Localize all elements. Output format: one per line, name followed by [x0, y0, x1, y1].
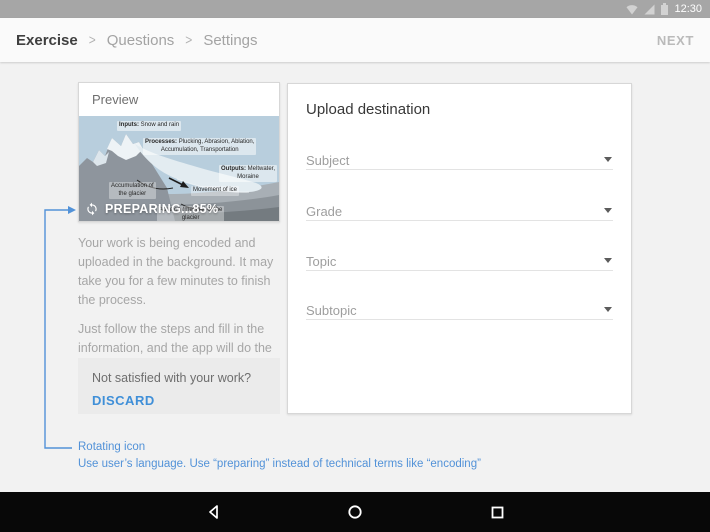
breadcrumb-separator: >	[185, 31, 193, 49]
subject-dropdown-label: Subject	[306, 153, 350, 168]
dropdown-caret-icon[interactable]	[604, 157, 612, 162]
preview-card-title: Preview	[92, 92, 139, 107]
signal-icon	[644, 4, 655, 14]
breadcrumb-exercise[interactable]: Exercise	[16, 32, 78, 49]
breadcrumb-questions[interactable]: Questions	[107, 32, 175, 49]
diagram-label-processes-text2: Accumulation, Transportation	[160, 146, 239, 153]
upload-destination-title: Upload destination	[306, 101, 431, 118]
description-paragraph-1: Your work is being encoded and uploaded …	[78, 236, 274, 307]
annotation-line-1: Rotating icon	[78, 441, 146, 453]
app-bar: Exercise > Questions > Settings NEXT	[0, 18, 710, 62]
progress-label: PREPARING...85%	[105, 202, 219, 216]
dropdown-caret-icon[interactable]	[604, 258, 612, 263]
wifi-icon	[626, 4, 638, 15]
diagram-label-outputs: Outputs: Meltwater, Moraine	[219, 165, 278, 182]
status-bar: 12:30	[0, 0, 710, 18]
annotation-line-2: Use user’s language. Use “preparing” ins…	[78, 457, 481, 470]
discard-question: Not satisfied with your work?	[92, 371, 252, 385]
diagram-label-accumulation: Accumulation of the glacier	[109, 182, 156, 199]
battery-icon	[661, 3, 669, 15]
content: Preview Inputs: Snow and rain Processes:…	[0, 62, 710, 492]
topic-dropdown-label: Topic	[306, 254, 337, 269]
breadcrumb-separator: >	[88, 31, 96, 49]
diagram-label-accumulation-text2: the glacier	[118, 190, 147, 197]
subject-dropdown[interactable]: Subject	[306, 152, 613, 170]
home-icon	[348, 505, 362, 519]
dropdown-caret-icon[interactable]	[604, 208, 612, 213]
discard-button[interactable]: DISCARD	[92, 393, 155, 408]
diagram-label-outputs-text1: Meltwater,	[247, 166, 276, 172]
diagram-label-outputs-term: Outputs:	[221, 166, 246, 172]
diagram-label-accumulation-text1: Accumulation of	[111, 183, 154, 189]
subtopic-dropdown-label: Subtopic	[306, 303, 357, 318]
grade-dropdown[interactable]: Grade	[306, 203, 613, 221]
design-annotations: Rotating icon Use user’s language. Use “…	[78, 439, 481, 472]
rotating-sync-icon	[87, 202, 97, 216]
diagram-label-processes-term: Processes:	[145, 139, 178, 145]
status-time: 12:30	[674, 3, 702, 15]
recents-icon	[491, 506, 503, 518]
back-button[interactable]	[205, 504, 221, 520]
back-icon	[208, 505, 218, 519]
navigation-bar	[0, 492, 710, 532]
diagram-label-inputs-text: Snow and rain	[140, 122, 180, 128]
diagram-label-inputs: Inputs: Snow and rain	[117, 121, 182, 131]
screen: 12:30 Exercise > Questions > Settings NE…	[0, 0, 710, 532]
subtopic-dropdown[interactable]: Subtopic	[306, 302, 613, 320]
upload-progress-overlay: PREPARING...85%	[85, 202, 218, 216]
diagram-label-inputs-term: Inputs:	[119, 122, 139, 128]
next-button[interactable]: NEXT	[657, 33, 694, 48]
diagram-label-processes-text1: Plucking, Abrasion, Ablation,	[178, 139, 255, 145]
diagram-label-movement: Movement of ice	[191, 186, 240, 196]
diagram-label-processes: Processes: Plucking, Abrasion, Ablation,…	[143, 138, 257, 155]
discard-box: Not satisfied with your work? DISCARD	[78, 358, 280, 414]
breadcrumb-settings[interactable]: Settings	[203, 32, 257, 49]
dropdown-caret-icon[interactable]	[604, 307, 612, 312]
diagram-label-outputs-text2: Moraine	[237, 173, 259, 180]
home-button[interactable]	[347, 504, 363, 520]
upload-destination-card: Upload destination Subject Grade Topic S…	[287, 83, 632, 414]
recents-button[interactable]	[489, 504, 505, 520]
topic-dropdown[interactable]: Topic	[306, 253, 613, 271]
grade-dropdown-label: Grade	[306, 204, 343, 219]
preview-card: Preview Inputs: Snow and rain Processes:…	[78, 82, 280, 222]
glacier-diagram-image: Inputs: Snow and rain Processes: Pluckin…	[79, 116, 279, 221]
